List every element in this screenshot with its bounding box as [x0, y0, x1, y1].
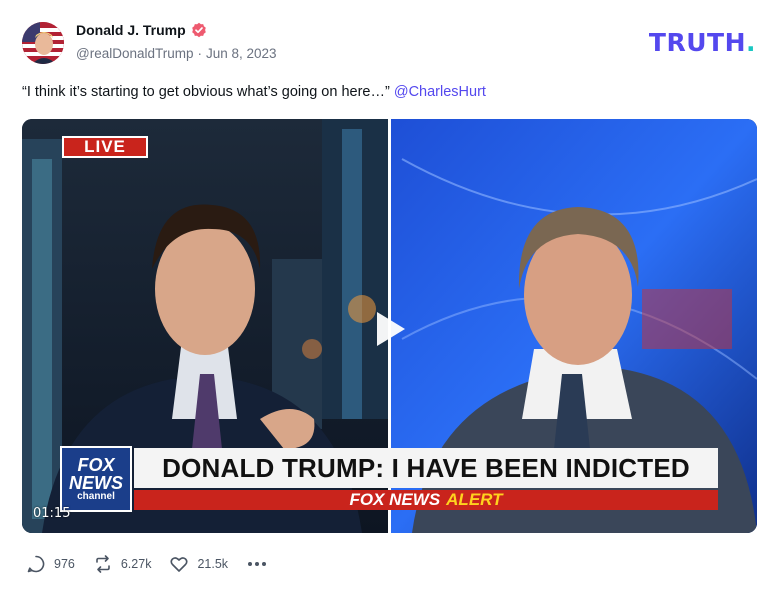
fox-news-logo: FOX NEWS channel	[60, 446, 132, 512]
chyron-headline: DONALD TRUMP: I HAVE BEEN INDICTED	[134, 448, 718, 488]
more-dot	[262, 562, 267, 566]
play-button[interactable]	[369, 305, 413, 349]
avatar[interactable]	[22, 22, 64, 64]
more-dot	[255, 562, 260, 566]
fox-logo-line3: channel	[77, 491, 115, 502]
post-quote: “I think it’s starting to get obvious wh…	[22, 84, 390, 100]
heart-icon	[169, 554, 189, 574]
post-text: “I think it’s starting to get obvious wh…	[22, 84, 486, 100]
like-button[interactable]: 21.5k	[169, 554, 228, 574]
separator: ·	[197, 46, 203, 61]
truth-logo-dot: .	[746, 28, 756, 57]
retruth-icon	[93, 554, 113, 574]
video-timestamp: 01:15	[33, 506, 71, 521]
alert-bar: FOX NEWS ALERT	[134, 490, 718, 510]
alert-prefix: FOX NEWS	[349, 490, 441, 509]
video-player[interactable]: LIVE FOX NEWS channel DONALD TRUMP: I HA…	[22, 119, 757, 533]
reply-icon	[26, 554, 46, 574]
reply-button[interactable]: 976	[26, 554, 75, 574]
fox-logo-line2: NEWS	[69, 473, 123, 493]
post-date[interactable]: Jun 8, 2023	[206, 46, 277, 61]
more-icon[interactable]	[246, 558, 268, 570]
retruth-count: 6.27k	[120, 557, 152, 571]
like-count: 21.5k	[197, 557, 229, 571]
reply-count: 976	[54, 557, 75, 571]
handle-row: @realDonaldTrump · Jun 8, 2023	[76, 46, 277, 61]
retruth-button[interactable]: 6.27k	[93, 554, 152, 574]
post-card: Donald J. Trump @realDonaldTrump · Jun 8…	[0, 0, 778, 596]
mention-link[interactable]: @CharlesHurt	[394, 84, 486, 100]
verified-badge-icon	[191, 22, 207, 38]
handle[interactable]: @realDonaldTrump	[76, 46, 194, 61]
display-name[interactable]: Donald J. Trump	[76, 22, 186, 38]
truth-logo[interactable]: TRUTH.	[649, 28, 756, 57]
action-bar: 976 6.27k 21.5k	[26, 554, 268, 574]
more-dot	[248, 562, 253, 566]
alert-word: ALERT	[446, 490, 503, 509]
truth-logo-text: TRUTH	[648, 28, 746, 57]
live-badge: LIVE	[62, 136, 148, 158]
fox-logo-line1: FOX	[77, 455, 115, 475]
